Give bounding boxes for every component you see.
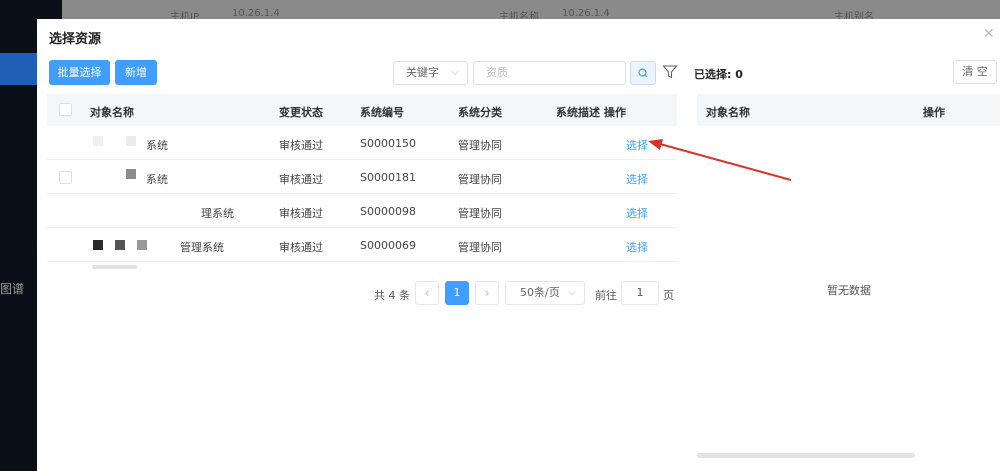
- redacted-block: [126, 169, 136, 179]
- cell-object-name: 系统: [146, 139, 168, 152]
- keyword-select-value: 关键字: [406, 66, 439, 79]
- goto-label: 前往: [595, 289, 617, 302]
- col-system-category: 系统分类: [458, 106, 502, 119]
- table-scrollbar[interactable]: [92, 265, 137, 269]
- table-header: 对象名称 变更状态 系统编号 系统分类 系统描述 操作: [47, 94, 677, 126]
- col-selected-action: 操作: [923, 106, 945, 119]
- add-button[interactable]: 新增: [115, 60, 157, 85]
- empty-state: 暂无数据: [827, 284, 871, 297]
- cell-code: S0000098: [360, 205, 416, 218]
- batch-select-button[interactable]: 批量选择: [49, 60, 110, 85]
- selected-panel-scrollbar[interactable]: [697, 453, 915, 458]
- bg-cell-host-name-value: 10.26.1.4: [562, 8, 610, 19]
- prev-page-button[interactable]: ‹: [415, 281, 439, 305]
- row-checkbox[interactable]: [59, 171, 72, 184]
- bg-cell-host-ip-value: 10.26.1.4: [232, 8, 280, 19]
- col-action: 操作: [604, 106, 626, 119]
- cell-code: S0000181: [360, 171, 416, 184]
- search-placeholder: 资质: [486, 66, 508, 79]
- search-icon: [638, 68, 648, 78]
- select-row-link[interactable]: 选择: [626, 239, 648, 255]
- cell-code: S0000150: [360, 137, 416, 150]
- col-system-code: 系统编号: [360, 106, 404, 119]
- chevron-down-icon: ⌵: [568, 287, 576, 298]
- selected-table-header: 对象名称 操作: [697, 94, 1000, 126]
- select-row-link[interactable]: 选择: [626, 205, 648, 221]
- cell-status: 审核通过: [279, 173, 323, 186]
- col-object-name: 对象名称: [90, 106, 134, 119]
- clear-button[interactable]: 清 空: [953, 60, 997, 84]
- keyword-select[interactable]: 关键字 ⌵: [393, 61, 468, 85]
- table-row: 理系统 审核通过 S0000098 管理协同 选择: [47, 194, 677, 228]
- cell-object-name: 系统: [146, 173, 168, 186]
- redacted-block: [93, 240, 103, 250]
- redacted-block: [126, 136, 136, 146]
- select-all-checkbox[interactable]: [59, 103, 72, 116]
- dialog-title: 选择资源: [49, 32, 102, 47]
- redacted-block: [93, 136, 103, 146]
- table-row: 系统 审核通过 S0000150 管理协同 选择: [47, 126, 677, 160]
- page-1-button[interactable]: 1: [445, 281, 469, 305]
- cell-category: 管理协同: [458, 207, 502, 220]
- chevron-down-icon: ⌵: [451, 67, 459, 78]
- table-row: 系统 审核通过 S0000181 管理协同 选择: [47, 160, 677, 194]
- search-button[interactable]: [630, 61, 656, 85]
- col-system-description: 系统描述: [556, 106, 600, 119]
- col-change-status: 变更状态: [279, 106, 323, 119]
- select-resource-dialog: 选择资源 ✕ 批量选择 新增 关键字 ⌵ 资质 已选择: 0 清 空 对象名称 …: [37, 19, 1000, 471]
- cell-category: 管理协同: [458, 173, 502, 186]
- table-row: 管理系统 审核通过 S0000069 管理协同 选择: [47, 228, 677, 262]
- cell-object-name: 管理系统: [180, 241, 224, 254]
- cell-category: 管理协同: [458, 241, 502, 254]
- select-row-link[interactable]: 选择: [626, 171, 648, 187]
- cell-category: 管理协同: [458, 139, 502, 152]
- cell-code: S0000069: [360, 239, 416, 252]
- cell-status: 审核通过: [279, 241, 323, 254]
- page-suffix: 页: [663, 289, 674, 302]
- redacted-block: [115, 240, 125, 250]
- page-size-select[interactable]: 50条/页 ⌵: [505, 281, 585, 305]
- search-input[interactable]: 资质: [473, 61, 626, 85]
- redacted-block: [137, 240, 147, 250]
- col-selected-object-name: 对象名称: [706, 106, 750, 119]
- next-page-button[interactable]: ›: [475, 281, 499, 305]
- cell-object-name: 理系统: [201, 207, 234, 220]
- cell-status: 审核通过: [279, 207, 323, 220]
- sidebar-label: 图谱: [0, 282, 25, 296]
- select-row-link[interactable]: 选择: [626, 137, 648, 153]
- cell-status: 审核通过: [279, 139, 323, 152]
- close-icon[interactable]: ✕: [983, 26, 995, 42]
- total-count: 共 4 条: [374, 289, 410, 302]
- goto-page-input[interactable]: 1: [621, 281, 659, 305]
- page-size-value: 50条/页: [520, 286, 560, 299]
- selected-count: 已选择: 0: [694, 68, 743, 81]
- filter-icon[interactable]: [662, 64, 678, 80]
